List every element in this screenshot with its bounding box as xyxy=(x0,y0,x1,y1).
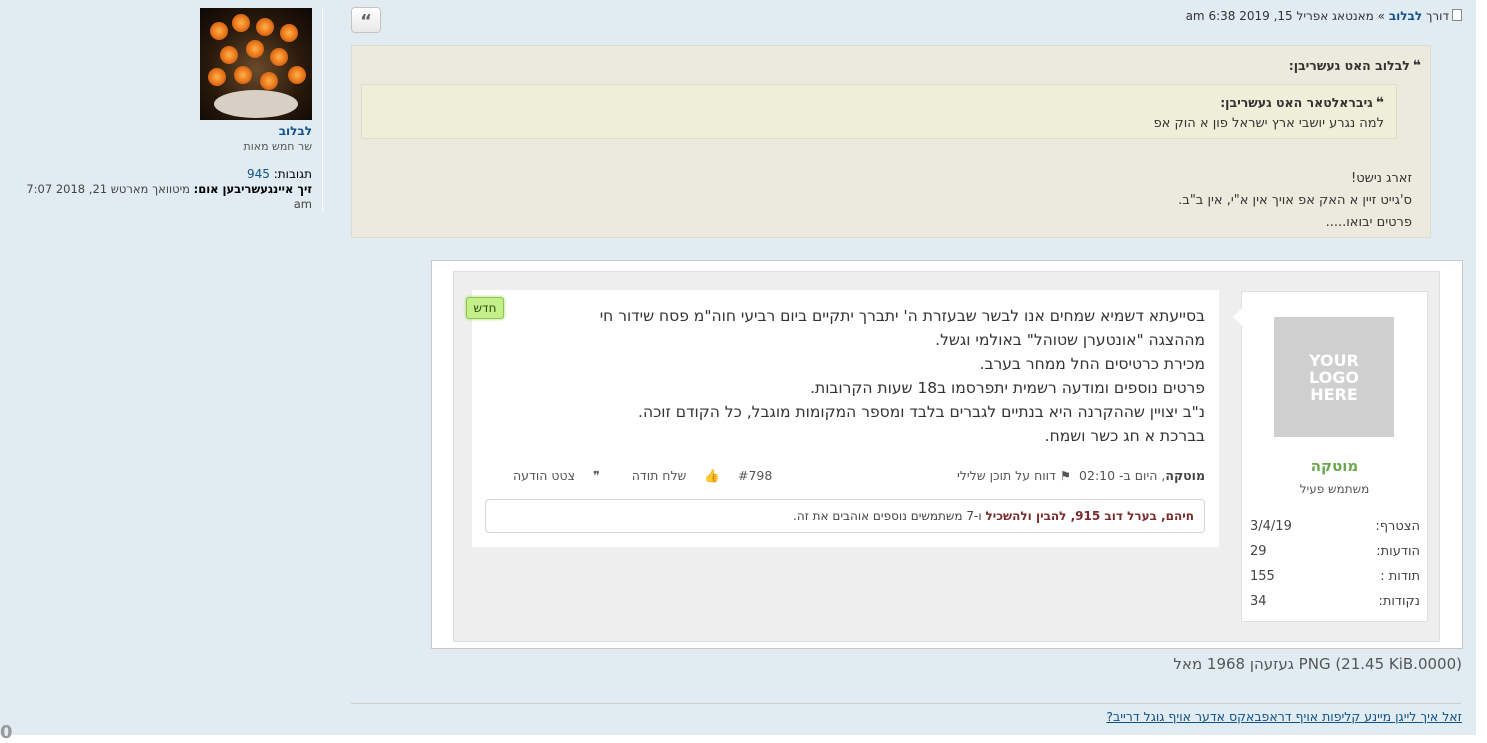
outer-quote-block: ❝לבלוב האט געשריבן: ❝גיבראלטאר האט געשרי… xyxy=(351,45,1431,238)
image-message-text: בסייעתא דשמיא שמחים אנו לבשר שבעזרת ה' י… xyxy=(485,304,1205,448)
avatar-flower-shape xyxy=(280,24,298,42)
quote-mark-icon: ❝ xyxy=(1412,58,1421,74)
profile-rank: שר חמש מאות xyxy=(243,140,313,153)
image-meta-actions: #798 👍 שלח תודה ❞ צטט הודעה xyxy=(485,468,772,484)
image-meta-author: מוטקה, היום ב- 02:10 ⚑ דווח על תוכן שליל… xyxy=(957,468,1205,483)
likes-rest: ו-7 משתמשים נוספים אוהבים את זה. xyxy=(793,509,982,523)
row-key: נקודות: xyxy=(1378,594,1420,609)
user-card-row: תודות : 155 xyxy=(1250,569,1420,594)
quote-label: צטט הודעה xyxy=(513,468,575,483)
joined-label: זיך איינגעשריבען אום: xyxy=(193,182,312,196)
message-line: מכירת כרטיסים החל ממחר בערב. xyxy=(979,355,1205,373)
inner-quote-text: למה נגרע יושבי ארץ ישראל פון א הוק אפ xyxy=(1153,116,1384,131)
avatar[interactable] xyxy=(200,8,312,120)
post-number: #798 xyxy=(737,468,773,483)
quote-button[interactable]: “ xyxy=(351,7,381,33)
avatar-flower-shape xyxy=(246,40,264,58)
avatar-flower-shape xyxy=(232,14,250,32)
message-line: נ"ב יצויין שההקרנה היא בנתיים לגברים בלב… xyxy=(638,403,1205,421)
stray-glyph: 0 xyxy=(0,722,13,743)
row-key: תודות : xyxy=(1380,569,1420,584)
avatar-flower-shape xyxy=(288,66,306,84)
profile-username[interactable]: לבלוב xyxy=(279,124,312,138)
image-user-card: YOUR LOGO HERE מוטקה משתמש פעיל הצטרף: 3/… xyxy=(1233,291,1428,622)
user-card-row: הצטרף: 3/4/19 xyxy=(1250,519,1420,544)
row-value: 155 xyxy=(1250,569,1275,584)
meta-time: , היום ב- 02:10 xyxy=(1079,468,1166,483)
avatar-flower-shape xyxy=(270,48,288,66)
profile-joined: זיך איינגעשריבען אום: מיטוואך מארטש 21, … xyxy=(12,182,312,212)
attached-image[interactable]: חדש בסייעתא דשמיא שמחים אנו לבשר שבעזרת … xyxy=(431,260,1463,649)
inner-quote-header: ❝גיבראלטאר האט געשריבן: xyxy=(1220,95,1384,111)
signature-separator xyxy=(351,703,1461,704)
message-line: בסייעתא דשמיא שמחים אנו לבשר שבעזרת ה' י… xyxy=(599,307,1205,325)
report-label: דווח על תוכן שלילי xyxy=(956,468,1056,483)
quote-line: פרטים יבואו..... xyxy=(1325,215,1412,230)
quote-mark-icon: ❝ xyxy=(1375,95,1384,111)
inner-quote-author: גיבראלטאר האט געשריבן: xyxy=(1220,95,1373,110)
post-profile: לבלוב שר חמש מאות תגובות: 945 זיך איינגע… xyxy=(10,6,313,211)
likes-names: חיהם, בערל דוב 915, להבין ולהשכיל xyxy=(985,509,1194,523)
row-value: 34 xyxy=(1250,594,1267,609)
row-key: הצטרף: xyxy=(1375,519,1420,534)
avatar-flower-shape xyxy=(260,72,278,90)
user-card-arrow xyxy=(1233,308,1242,326)
message-line: מההצגה "אונטערן שטוהל" באולמי וגשל. xyxy=(935,331,1205,349)
thanks-action: 👍 שלח תודה xyxy=(618,468,720,483)
signature-link[interactable]: זאל איך לייגן מיינע קליפות אויף דראפבאקס… xyxy=(1106,709,1462,724)
quote-line: זארג נישט! xyxy=(1351,171,1412,186)
author-link[interactable]: לבלוב xyxy=(1389,9,1422,23)
author-sep: » xyxy=(1377,9,1386,23)
meta-author: מוטקה xyxy=(1165,468,1205,483)
quote-mark-icon: ❞ xyxy=(592,468,600,483)
profile-posts: תגובות: 945 xyxy=(247,167,312,181)
post-file-icon[interactable] xyxy=(1452,9,1462,21)
outer-quote-body: זארג נישט! ס'גייט זיין א האק אפ אויך אין… xyxy=(1178,168,1412,234)
inner-quote-block: ❝גיבראלטאר האט געשריבן: למה נגרע יושבי א… xyxy=(361,84,1397,139)
user-card-row: הודעות: 29 xyxy=(1250,544,1420,569)
flag-icon: ⚑ xyxy=(1059,468,1072,483)
message-line: פרטים נוספים ומודעה רשמית יתפרסמו ב18 שע… xyxy=(810,379,1205,397)
avatar-flower-shape xyxy=(234,66,252,84)
page-edge xyxy=(1476,0,1487,735)
thanks-label: שלח תודה xyxy=(631,468,687,483)
avatar-flower-shape xyxy=(256,18,274,36)
outer-quote-author: לבלוב האט געשריבן: xyxy=(1288,58,1410,73)
row-value: 3/4/19 xyxy=(1250,519,1292,534)
avatar-flower-shape xyxy=(220,46,238,64)
avatar-flower-shape xyxy=(208,68,226,86)
post-date: מאנטאג אפריל 15, 2019 6:38 am xyxy=(1185,9,1374,23)
posts-count-link[interactable]: 945 xyxy=(247,167,270,181)
row-key: הודעות: xyxy=(1376,544,1420,559)
image-meta-row: מוטקה, היום ב- 02:10 ⚑ דווח על תוכן שליל… xyxy=(485,468,1205,488)
post-author-line: דורך לבלוב » מאנטאג אפריל 15, 2019 6:38 … xyxy=(1186,9,1462,23)
message-line: בברכת א חג כשר ושמח. xyxy=(1044,427,1205,445)
user-card-stats: הצטרף: 3/4/19 הודעות: 29 תודות : 155 נקודות… xyxy=(1250,519,1420,619)
row-value: 29 xyxy=(1250,544,1267,559)
user-card-name: מוטקה xyxy=(1310,457,1359,475)
image-message-card: חדש בסייעתא דשמיא שמחים אנו לבשר שבעזרת … xyxy=(466,290,1219,547)
likes-text: חיהם, בערל דוב 915, להבין ולהשכיל ו-7 מש… xyxy=(793,509,1194,523)
quote-action: ❞ צטט הודעה xyxy=(499,468,600,483)
attachment-caption: (PNG (21.45 KiB.0000 געזעהן 1968 מאל xyxy=(1173,655,1462,673)
user-card-row: נקודות: 34 xyxy=(1250,594,1420,619)
outer-quote-header: ❝לבלוב האט געשריבן: xyxy=(1289,58,1421,74)
quote-line: ס'גייט זיין א האק אפ אויך אין א"י, אין ב… xyxy=(1178,193,1412,208)
avatar-pot-shape xyxy=(214,90,298,118)
user-card-rank: משתמש פעיל xyxy=(1299,482,1370,496)
image-screenshot-area: חדש בסייעתא דשמיא שמחים אנו לבשר שבעזרת … xyxy=(453,271,1440,642)
profile-divider xyxy=(322,8,323,211)
image-likes-box: חיהם, בערל דוב 915, להבין ולהשכיל ו-7 מש… xyxy=(485,499,1205,533)
logo-text-line: HERE xyxy=(1310,385,1358,404)
avatar-flower-shape xyxy=(210,22,228,40)
posts-label: תגובות: xyxy=(273,167,312,181)
thumbs-up-icon: 👍 xyxy=(704,468,720,483)
logo-placeholder: YOUR LOGO HERE xyxy=(1274,317,1394,437)
by-label: דורך xyxy=(1425,9,1449,23)
